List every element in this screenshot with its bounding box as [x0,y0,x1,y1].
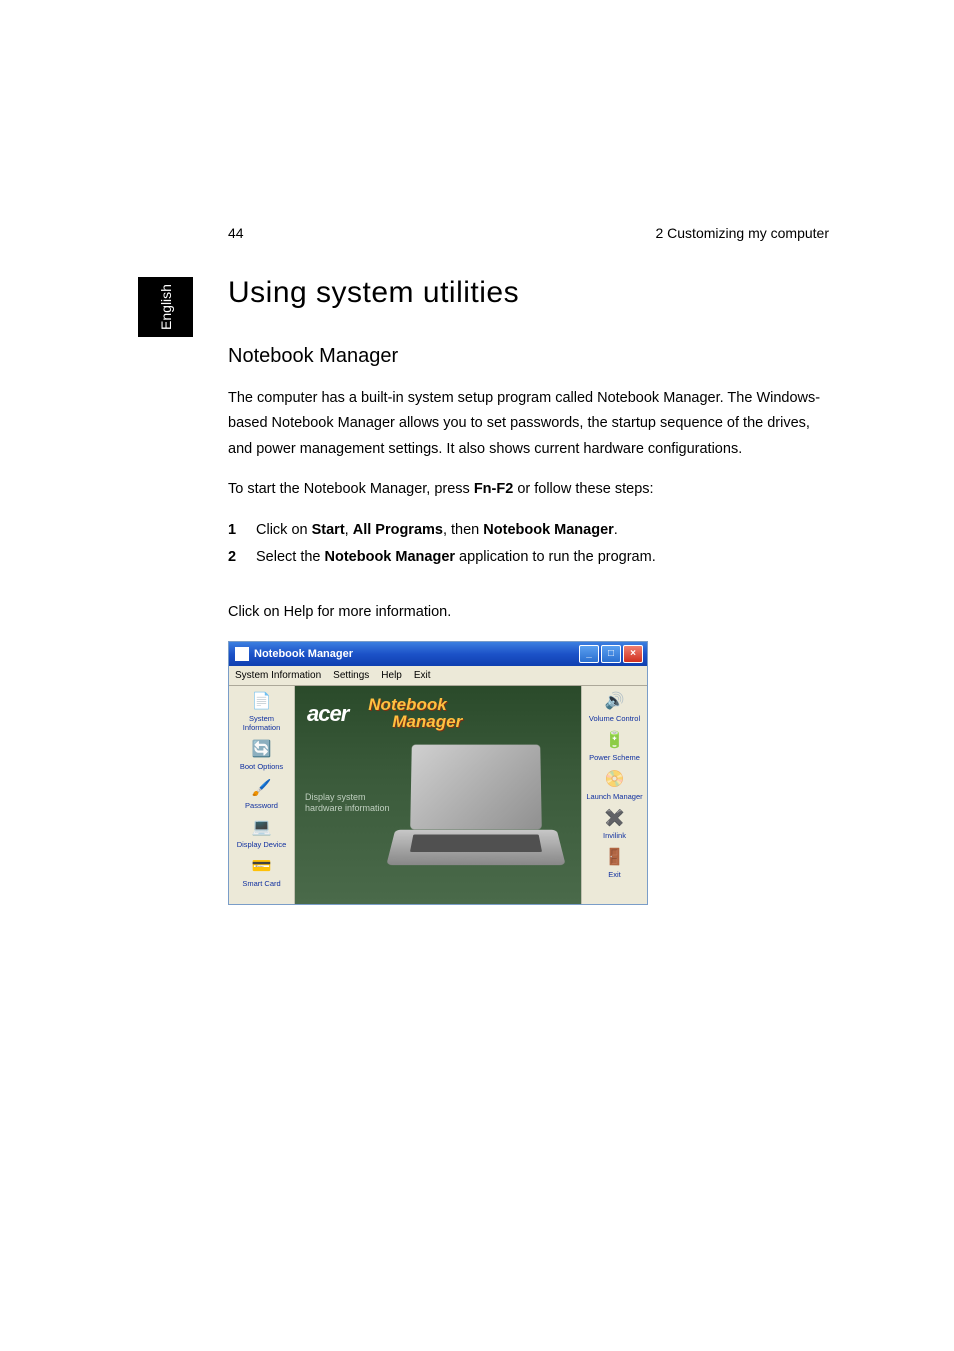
sidebar-item-smart-card[interactable]: 💳 Smart Card [232,855,292,888]
disc-icon: 📀 [602,768,628,790]
sidebar-item-label: Exit [608,870,621,879]
sidebar-item-label: Launch Manager [586,792,642,801]
product-title: Notebook Manager [368,697,462,729]
window-title: Notebook Manager [254,648,579,660]
sidebar-item-label: Display Device [237,840,287,849]
card-icon: 💳 [249,855,275,877]
sidebar-item-label: Invilink [603,831,626,840]
paragraph-help: Click on Help for more information. [228,600,829,625]
sidebar-item-label: Smart Card [242,879,280,888]
sidebar-item-password[interactable]: 🖌️ Password [232,777,292,810]
heading-main: Using system utilities [228,276,829,310]
close-button[interactable]: × [623,645,643,663]
sidebar-item-boot-options[interactable]: 🔄 Boot Options [232,738,292,771]
center-panel: acer Notebook Manager Display system har… [295,686,581,904]
language-label: English [157,284,173,330]
sidebar-item-exit[interactable]: 🚪 Exit [585,846,645,879]
menu-item[interactable]: Settings [333,670,369,681]
left-sidebar: 📄 System Information 🔄 Boot Options 🖌️ P… [229,686,295,904]
sidebar-item-launch-manager[interactable]: 📀 Launch Manager [585,768,645,801]
heading-sub: Notebook Manager [228,345,829,368]
brush-icon: 🖌️ [249,777,275,799]
notebook-manager-window: Notebook Manager _ □ × System Informatio… [228,641,648,905]
sidebar-item-invilink[interactable]: ✖️ Invilink [585,807,645,840]
document-icon: 📄 [249,690,275,712]
wireless-icon: ✖️ [602,807,628,829]
minimize-button[interactable]: _ [579,645,599,663]
menu-bar: System Information Settings Help Exit [229,666,647,686]
menu-item[interactable]: Help [381,670,402,681]
laptop-icon: 💻 [249,816,275,838]
window-titlebar: Notebook Manager _ □ × [229,642,647,666]
app-icon [235,647,249,661]
sidebar-item-system-information[interactable]: 📄 System Information [232,690,292,732]
menu-item[interactable]: Exit [414,670,431,681]
steps-list: 1 Click on Start, All Programs, then Not… [228,518,829,571]
laptop-illustration [381,744,571,894]
page-number: 44 [228,225,244,241]
language-tab: English [138,277,193,337]
exit-icon: 🚪 [602,846,628,868]
sidebar-item-label: Volume Control [589,714,640,723]
chapter-header: 2 Customizing my computer [655,225,829,241]
sidebar-item-label: Boot Options [240,762,283,771]
maximize-button[interactable]: □ [601,645,621,663]
sidebar-item-label: Password [245,801,278,810]
sidebar-item-label: Power Scheme [589,753,640,762]
acer-logo: acer [307,701,348,727]
paragraph-intro: The computer has a built-in system setup… [228,386,829,462]
center-caption: Display system hardware information [305,792,390,815]
sidebar-item-power-scheme[interactable]: 🔋 Power Scheme [585,729,645,762]
list-item: 2 Select the Notebook Manager applicatio… [228,545,829,570]
sidebar-item-volume-control[interactable]: 🔊 Volume Control [585,690,645,723]
refresh-icon: 🔄 [249,738,275,760]
right-sidebar: 🔊 Volume Control 🔋 Power Scheme 📀 Launch… [581,686,647,904]
paragraph-start-instruction: To start the Notebook Manager, press Fn-… [228,477,829,502]
battery-icon: 🔋 [602,729,628,751]
sidebar-item-display-device[interactable]: 💻 Display Device [232,816,292,849]
list-item: 1 Click on Start, All Programs, then Not… [228,518,829,543]
speaker-icon: 🔊 [602,690,628,712]
menu-item[interactable]: System Information [235,670,321,681]
sidebar-item-label: System Information [232,714,292,732]
